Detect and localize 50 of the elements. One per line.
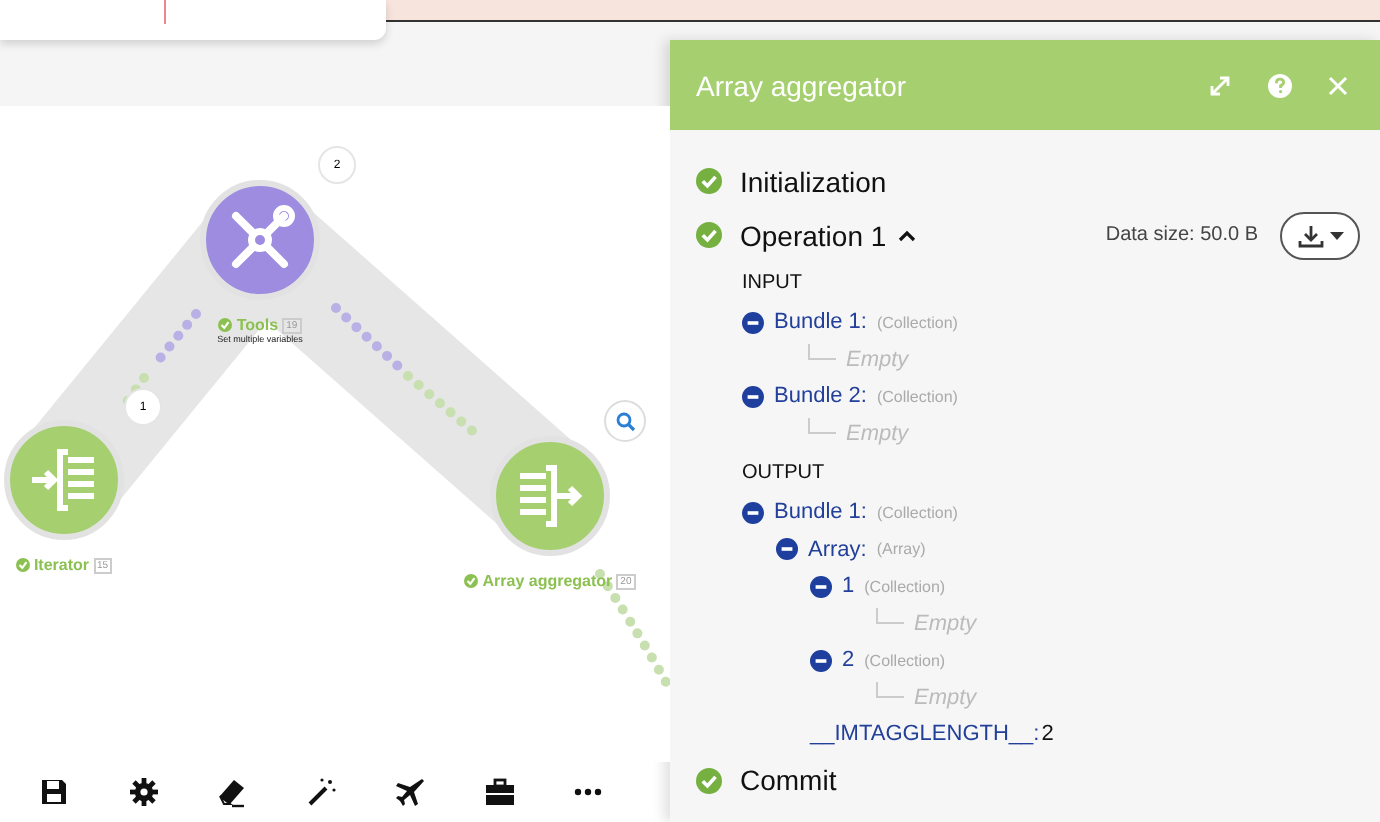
type-label: (Collection) — [876, 313, 958, 332]
tree-key: Bundle 1: — [774, 500, 867, 525]
tree-key: Bundle 2: — [774, 384, 867, 409]
tree-key: 2 — [842, 648, 855, 673]
collapse-toggle[interactable] — [810, 649, 832, 672]
tree-key: Array: — [808, 537, 867, 562]
empty-value: Empty — [914, 611, 977, 636]
module-name: Array aggregator — [482, 572, 613, 590]
type-label: (Collection) — [876, 503, 958, 522]
step-title[interactable]: Initialization — [740, 165, 887, 197]
collapse-toggle[interactable] — [810, 575, 832, 598]
panel-title: Array aggregator — [696, 69, 909, 101]
download-icon — [1297, 223, 1323, 247]
settings-icon[interactable] — [127, 776, 159, 808]
eraser-icon[interactable] — [216, 776, 248, 808]
collapse-toggle[interactable] — [742, 501, 764, 524]
type-label: (Collection) — [876, 387, 958, 406]
type-label: (Collection) — [864, 651, 946, 670]
empty-value: Empty — [846, 347, 909, 372]
section-heading: INPUT — [742, 272, 804, 294]
download-button[interactable] — [1280, 211, 1360, 259]
tree-value: 2 — [1041, 722, 1054, 747]
tree-key: __IMTAGGLENGTH__: — [810, 722, 1040, 747]
collapse-toggle[interactable] — [742, 385, 764, 408]
chevron-icon[interactable] — [898, 229, 917, 241]
save-icon[interactable] — [38, 776, 70, 808]
step-title[interactable]: Operation 1 — [740, 219, 887, 251]
empty-value: Empty — [846, 421, 909, 446]
caret-icon — [1329, 231, 1343, 239]
empty-value: Empty — [914, 685, 977, 710]
tree-key: Bundle 1: — [774, 310, 867, 335]
connector-dots — [331, 303, 405, 373]
magic-wand-icon[interactable] — [305, 776, 337, 808]
collapse-toggle[interactable] — [742, 311, 764, 334]
collapse-toggle[interactable] — [776, 538, 798, 561]
step-title[interactable]: Commit — [740, 764, 837, 796]
module-name: Iterator — [33, 556, 89, 574]
connector-dots — [403, 371, 481, 439]
section-heading: OUTPUT — [742, 462, 827, 484]
data-size: Data size: 50.0 B — [1105, 224, 1258, 246]
tree-key: 1 — [842, 574, 855, 599]
iterator-icon — [28, 444, 100, 516]
aggregator-icon — [514, 460, 586, 532]
type-label: (Collection) — [864, 577, 946, 596]
search-icon — [615, 411, 635, 431]
airplane-icon[interactable] — [394, 776, 426, 808]
module-name: Tools — [236, 316, 279, 334]
type-label: (Array) — [876, 540, 926, 559]
briefcase-icon[interactable] — [483, 776, 515, 808]
inspect-button[interactable] — [604, 400, 646, 442]
